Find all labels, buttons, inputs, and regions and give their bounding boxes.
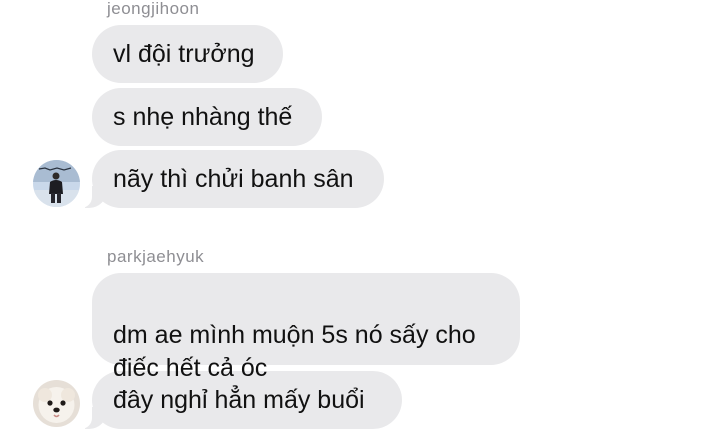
sender-name: jeongjihoon [107, 0, 200, 18]
message-bubble[interactable]: nãy thì chửi banh sân [80, 150, 384, 208]
avatar[interactable] [33, 160, 80, 207]
message-text: nãy thì chửi banh sân [113, 165, 354, 193]
message-text: đây nghỉ hẳn mấy buổi [113, 386, 365, 414]
message-text: s nhẹ nhàng thế [113, 103, 293, 131]
message-bubble[interactable]: dm ae mình muộn 5s nó sấy cho điếc hết c… [92, 273, 520, 382]
message-bubble[interactable]: vl đội trưởng [92, 25, 283, 83]
dog-photo-avatar-icon [33, 380, 80, 427]
message-bubble[interactable]: s nhẹ nhàng thế [92, 88, 322, 146]
avatar[interactable] [33, 380, 80, 427]
message-text: vl đội trưởng [113, 40, 255, 68]
person-photo-avatar-icon [33, 160, 80, 207]
sender-name: parkjaehyuk [107, 247, 205, 266]
